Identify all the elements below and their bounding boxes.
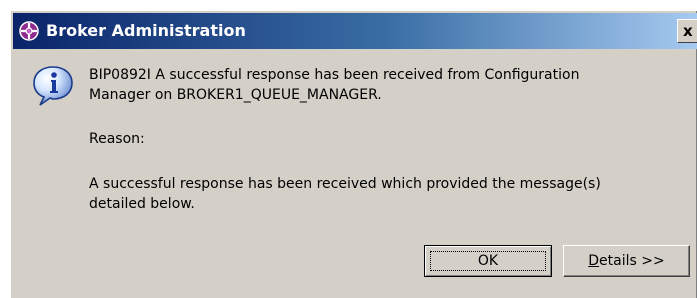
window-title: Broker Administration: [46, 21, 246, 40]
details-button[interactable]: Details >>: [563, 245, 690, 277]
close-icon: x: [683, 22, 693, 40]
details-label-rest: etails >>: [599, 253, 665, 269]
reason-line-2: detailed below.: [89, 196, 195, 212]
close-button[interactable]: x: [677, 19, 697, 43]
ok-button[interactable]: OK: [424, 245, 552, 277]
details-button-label: Details >>: [588, 253, 664, 269]
info-icon: [33, 66, 73, 106]
dialog-window: Broker Administration x BIP0892I A succe…: [10, 10, 697, 298]
message-line-2: Manager on BROKER1_QUEUE_MANAGER.: [89, 87, 382, 103]
title-bar[interactable]: Broker Administration x: [13, 13, 697, 49]
message-text: BIP0892I A successful response has been …: [89, 65, 579, 105]
reason-line-1: A successful response has been received …: [89, 176, 601, 192]
broker-app-icon: [19, 21, 39, 41]
reason-label: Reason:: [89, 131, 145, 147]
details-mnemonic: D: [588, 253, 600, 269]
message-line-1: BIP0892I A successful response has been …: [89, 67, 580, 83]
ok-button-label: OK: [477, 253, 499, 269]
reason-text: A successful response has been received …: [89, 174, 601, 214]
